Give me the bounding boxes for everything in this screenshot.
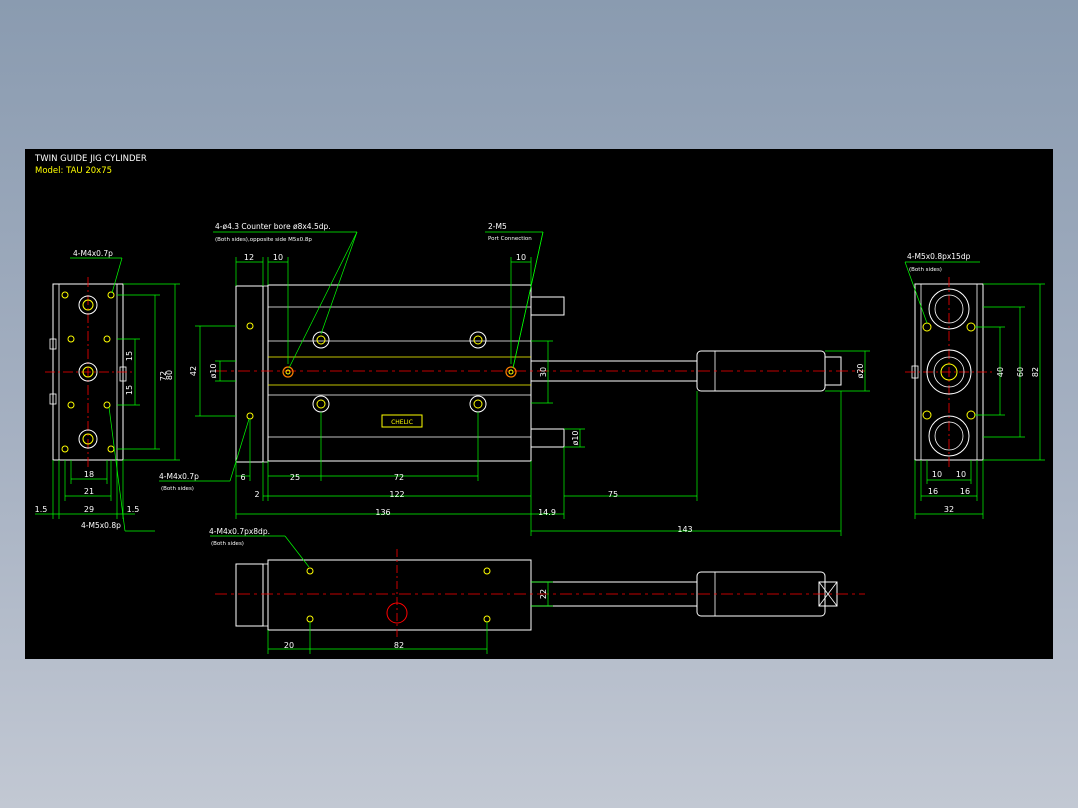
callout-front-side-2: (Both sides)	[161, 486, 194, 492]
dim-front-10b: 10	[516, 253, 526, 262]
dim-front-136: 136	[375, 508, 390, 517]
dim-front-42: 42	[189, 366, 198, 376]
dim-right-10a: 10	[932, 470, 942, 479]
callout-port-1: 2-M5	[488, 222, 507, 231]
dim-right-10b: 10	[956, 470, 966, 479]
left-end-view: 72 80 15 15 18 21 29 1.5 1.5 4-M4x0.7p 4…	[35, 249, 180, 532]
dim-front-25: 25	[290, 473, 300, 482]
dim-front-2: 2	[254, 490, 259, 499]
callout-bottom-2: (Both sides)	[211, 541, 244, 547]
dim-front-30: 30	[539, 367, 548, 377]
dim-front-d10: ø10	[209, 363, 218, 378]
dim-left-15b: 15	[125, 385, 134, 395]
drawing-title: TWIN GUIDE JIG CYLINDER	[34, 154, 147, 164]
dim-right-16a: 16	[928, 487, 938, 496]
dim-front-75: 75	[608, 490, 618, 499]
callout-left-top: 4-M4x0.7p	[73, 249, 113, 258]
brand-logo: CHELIC	[391, 419, 413, 426]
dim-bottom-20: 20	[284, 641, 294, 650]
front-view: CHELIC 12 10 10 42 ø10 30 ø20 ø10 6 25 7…	[159, 222, 870, 536]
model-label: Model: TAU 20x75	[35, 166, 112, 176]
dim-left-29: 29	[84, 505, 94, 514]
dim-front-d20: ø20	[856, 363, 865, 378]
callout-left-bottom: 4-M5x0.8p	[81, 521, 121, 530]
dim-front-12: 12	[244, 253, 254, 262]
dim-front-143: 143	[677, 525, 692, 534]
dim-front-72: 72	[394, 473, 404, 482]
dim-right-40: 40	[996, 367, 1005, 377]
dim-right-82: 82	[1031, 367, 1040, 377]
dim-left-15a: 15	[125, 351, 134, 361]
right-end-view: 40 60 82 10 10 16 16 32 4-M5x0.8px15dp (…	[904, 252, 1045, 519]
callout-counterbore-2: (Both sides),opposite side M5x0.8p	[215, 237, 312, 243]
callout-front-side-1: 4-M4x0.7p	[159, 472, 199, 481]
callout-port-2: Port Connection	[488, 236, 532, 242]
dim-left-18: 18	[84, 470, 94, 479]
dim-right-60: 60	[1016, 367, 1025, 377]
callout-counterbore-1: 4-ø4.3 Counter bore ø8x4.5dp.	[215, 222, 331, 231]
dim-left-1-5a: 1.5	[35, 505, 48, 514]
dim-front-10a: 10	[273, 253, 283, 262]
dim-left-21: 21	[84, 487, 94, 496]
cad-drawing-viewport[interactable]: TWIN GUIDE JIG CYLINDER Model: TAU 20x75	[25, 149, 1053, 659]
callout-right-top-2: (Both sides)	[909, 267, 942, 273]
dim-front-6: 6	[240, 473, 245, 482]
dim-front-122: 122	[389, 490, 404, 499]
dim-right-16b: 16	[960, 487, 970, 496]
dim-front-d10b: ø10	[571, 430, 580, 445]
dim-front-14-9: 14.9	[538, 508, 556, 517]
dim-bottom-22: 22	[539, 589, 548, 599]
callout-right-top-1: 4-M5x0.8px15dp	[907, 252, 971, 261]
bottom-view: 22 20 82 4-M4x0.7px8dp. (Both sides)	[209, 527, 865, 654]
dim-right-32: 32	[944, 505, 954, 514]
drawing-canvas: TWIN GUIDE JIG CYLINDER Model: TAU 20x75	[34, 154, 1045, 654]
dim-left-80: 80	[165, 370, 174, 380]
dim-left-1-5b: 1.5	[127, 505, 140, 514]
dim-bottom-82: 82	[394, 641, 404, 650]
callout-bottom-1: 4-M4x0.7px8dp.	[209, 527, 270, 536]
